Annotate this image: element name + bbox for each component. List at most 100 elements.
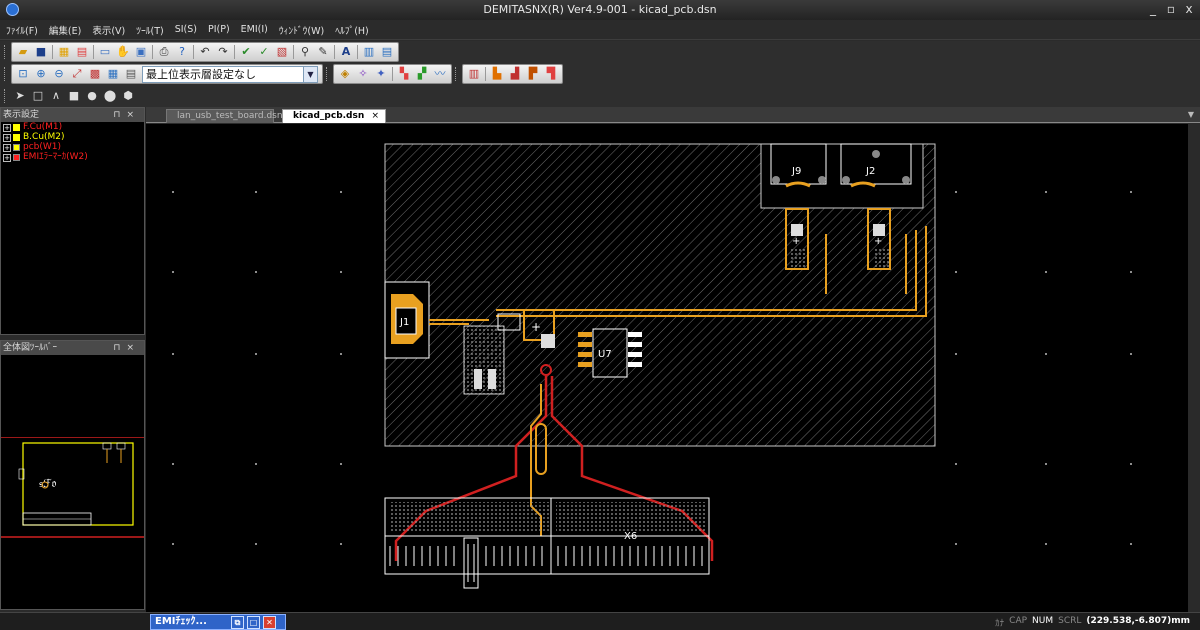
emi-check-icon[interactable]: ▙ bbox=[489, 66, 505, 82]
grid-icon[interactable]: ▦ bbox=[56, 44, 72, 60]
connector-j9[interactable]: J9 bbox=[760, 143, 924, 209]
tile-icon[interactable]: ▥ bbox=[361, 44, 377, 60]
pcb-drawing[interactable]: J1 J9 J2 + + + U7 X6 bbox=[146, 124, 1188, 612]
undo-icon[interactable]: ↶ bbox=[197, 44, 213, 60]
zoom-out-icon[interactable]: ⊖ bbox=[51, 66, 67, 82]
cascade-icon[interactable]: ▤ bbox=[379, 44, 395, 60]
zoom-fit-icon[interactable]: ⊡ bbox=[15, 66, 31, 82]
menu-edit[interactable]: 編集(E) bbox=[49, 23, 81, 37]
menu-tools[interactable]: ﾂｰﾙ(T) bbox=[136, 23, 163, 37]
status-kana: ｶﾅ bbox=[995, 619, 1005, 629]
redraw-icon[interactable]: ▩ bbox=[87, 66, 103, 82]
layer-color-swatch[interactable] bbox=[13, 134, 20, 141]
print-icon[interactable]: ⎙ bbox=[156, 44, 172, 60]
check-icon[interactable]: ✔ bbox=[238, 44, 254, 60]
layer-label: pcb(W1) bbox=[23, 142, 62, 152]
measure-icon[interactable]: ✎ bbox=[315, 44, 331, 60]
menu-emi[interactable]: EMI(I) bbox=[241, 24, 268, 35]
layer-view-icon[interactable]: ▦ bbox=[105, 66, 121, 82]
overview-map[interactable]: 𝔰ℱ𝔬 bbox=[1, 437, 144, 581]
tab-kicad-pcb[interactable]: kicad_pcb.dsn × bbox=[282, 109, 386, 123]
connector-x6[interactable]: X6 bbox=[384, 497, 710, 589]
app-window: DEMITASNX(R) Ver4.9-001 - kicad_pcb.dsn … bbox=[0, 0, 1200, 630]
emi-rule-icon[interactable]: ▛ bbox=[525, 66, 541, 82]
toolbar-grip[interactable] bbox=[326, 67, 329, 81]
toolbar-grip[interactable] bbox=[4, 89, 7, 103]
separator bbox=[234, 45, 235, 59]
text-icon[interactable]: A bbox=[338, 44, 354, 60]
panel-controls[interactable]: ⊓× bbox=[113, 341, 140, 355]
tab-label: lan_usb_test_board.dsn bbox=[177, 111, 283, 121]
layer-item[interactable]: + EMIｴﾗｰﾏｰｶ(W2) bbox=[3, 153, 144, 162]
layer-color-swatch[interactable] bbox=[13, 154, 20, 161]
analysis-icon[interactable]: ▥ bbox=[466, 66, 482, 82]
layer-item[interactable]: + B.Cu(M2) bbox=[3, 133, 144, 142]
waveform-icon[interactable]: 〰 bbox=[432, 66, 448, 82]
emi-report-icon[interactable]: ▜ bbox=[543, 66, 559, 82]
maximize-icon[interactable]: □ bbox=[247, 616, 260, 629]
overview-header: 全体図ﾂｰﾙﾊﾞｰ ⊓× bbox=[1, 341, 144, 355]
zoom-in-icon[interactable]: ⊕ bbox=[33, 66, 49, 82]
zoom-prev-icon[interactable]: ⤢ bbox=[69, 66, 85, 82]
layer-item[interactable]: + F.Cu(M1) bbox=[3, 123, 144, 132]
tab-list-chevron-icon[interactable]: ▼ bbox=[1188, 110, 1194, 119]
pointer-icon[interactable]: ➤ bbox=[12, 88, 28, 104]
plus-marker: + bbox=[531, 320, 541, 334]
net-trace-icon[interactable]: ✦ bbox=[373, 66, 389, 82]
table-icon[interactable]: ▤ bbox=[123, 66, 139, 82]
expand-icon[interactable]: + bbox=[3, 153, 11, 162]
circle-icon[interactable]: ● bbox=[84, 88, 100, 104]
search-icon[interactable]: ⚲ bbox=[297, 44, 313, 60]
menu-window[interactable]: ｳｨﾝﾄﾞｳ(W) bbox=[279, 23, 324, 37]
layer-item[interactable]: + pcb(W1) bbox=[3, 143, 144, 152]
filled-circle-icon[interactable]: ⬤ bbox=[102, 88, 118, 104]
menu-pi[interactable]: PI(P) bbox=[208, 24, 230, 35]
close-tab-icon[interactable]: × bbox=[371, 110, 379, 123]
pcb-canvas[interactable]: J1 J9 J2 + + + U7 X6 bbox=[146, 124, 1188, 612]
minimized-window-emi-check[interactable]: EMIﾁｪｯｸ... ⧉ □ ✕ bbox=[150, 614, 286, 630]
polyline-icon[interactable]: ∧ bbox=[48, 88, 64, 104]
rectangle-icon[interactable]: □ bbox=[30, 88, 46, 104]
window-icon[interactable]: ▭ bbox=[97, 44, 113, 60]
maximize-button[interactable]: ▫ bbox=[1164, 2, 1178, 16]
check-all-icon[interactable]: ✓ bbox=[256, 44, 272, 60]
hand-icon[interactable]: ✋ bbox=[115, 44, 131, 60]
connector-j1[interactable]: J1 bbox=[384, 281, 430, 359]
menu-help[interactable]: ﾍﾙﾌﾟ(H) bbox=[335, 23, 369, 37]
plane-icon[interactable]: ▞ bbox=[414, 66, 430, 82]
layout-icon[interactable]: ▤ bbox=[74, 44, 90, 60]
close-button[interactable]: x bbox=[1182, 2, 1196, 16]
chevron-down-icon[interactable]: ▼ bbox=[303, 66, 317, 82]
expand-icon[interactable]: + bbox=[3, 143, 11, 152]
report-icon[interactable]: ▧ bbox=[274, 44, 290, 60]
panel-controls[interactable]: ⊓× bbox=[113, 108, 140, 122]
net-select-icon[interactable]: ✧ bbox=[355, 66, 371, 82]
net-highlight-icon[interactable]: ◈ bbox=[337, 66, 353, 82]
close-icon[interactable]: ✕ bbox=[263, 616, 276, 629]
properties-icon[interactable]: ▣ bbox=[133, 44, 149, 60]
polygon-icon[interactable]: ⬢ bbox=[120, 88, 136, 104]
menu-file[interactable]: ﾌｧｲﾙ(F) bbox=[6, 23, 38, 37]
minimize-button[interactable]: _ bbox=[1146, 2, 1160, 16]
tab-lan-usb[interactable]: lan_usb_test_board.dsn bbox=[166, 109, 283, 123]
expand-icon[interactable]: + bbox=[3, 133, 11, 142]
emi-filter-icon[interactable]: ▟ bbox=[507, 66, 523, 82]
display-settings-header: 表示設定 ⊓× bbox=[1, 108, 144, 122]
menu-view[interactable]: 表示(V) bbox=[92, 23, 125, 37]
toolbar-grip[interactable] bbox=[4, 67, 7, 81]
restore-icon[interactable]: ⧉ bbox=[231, 616, 244, 629]
color-map-icon[interactable]: ▚ bbox=[396, 66, 412, 82]
menu-si[interactable]: SI(S) bbox=[175, 24, 197, 35]
expand-icon[interactable]: + bbox=[3, 123, 11, 132]
layer-color-swatch[interactable] bbox=[13, 124, 20, 131]
help-icon[interactable]: ? bbox=[174, 44, 190, 60]
save-icon[interactable]: ■ bbox=[33, 44, 49, 60]
toolbar-grip[interactable] bbox=[4, 45, 7, 59]
vertical-scrollbar[interactable] bbox=[1188, 124, 1200, 612]
layer-color-swatch[interactable] bbox=[13, 144, 20, 151]
open-icon[interactable]: ▰ bbox=[15, 44, 31, 60]
toolbar-grip[interactable] bbox=[455, 67, 458, 81]
top-layer-select[interactable]: 最上位表示層設定なし ▼ bbox=[142, 65, 318, 83]
redo-icon[interactable]: ↷ bbox=[215, 44, 231, 60]
filled-rectangle-icon[interactable]: ■ bbox=[66, 88, 82, 104]
